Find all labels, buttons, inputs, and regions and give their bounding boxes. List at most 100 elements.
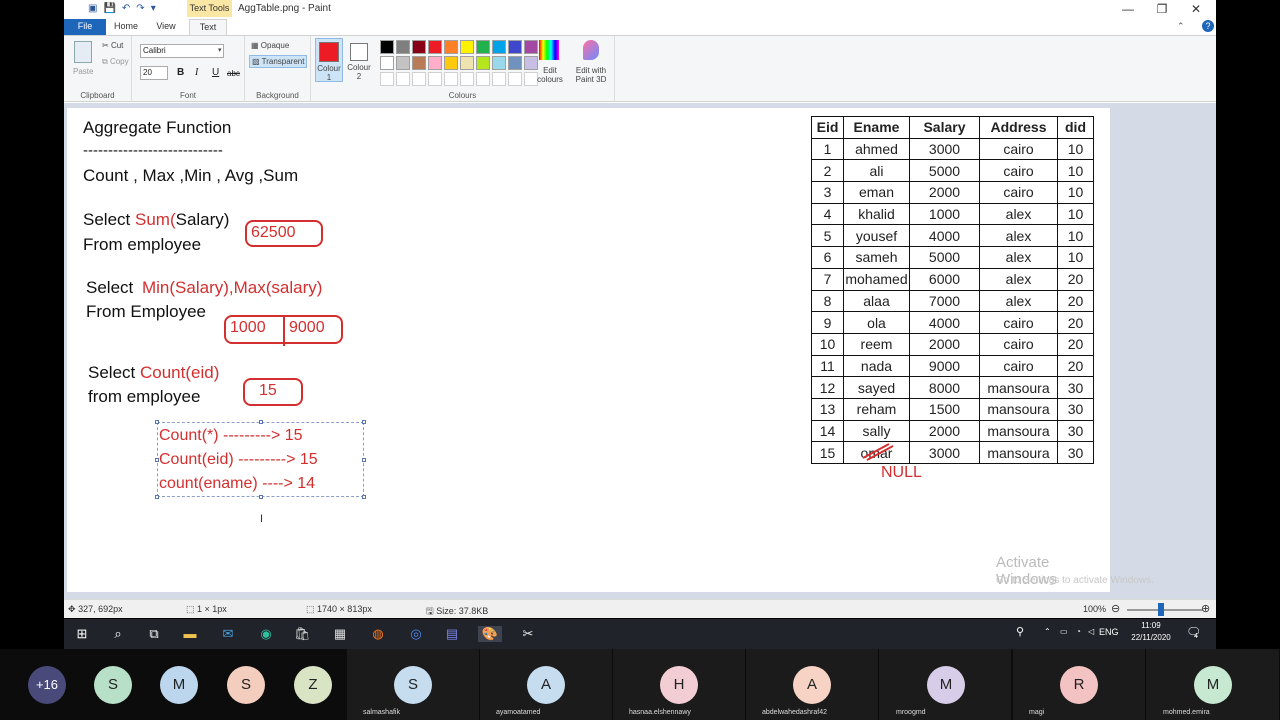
custom-colour-slot[interactable] <box>508 72 522 86</box>
paste-icon[interactable] <box>74 41 92 63</box>
palette-swatch[interactable] <box>460 56 474 70</box>
participant-avatar[interactable]: Z <box>294 666 332 704</box>
custom-colour-slot[interactable] <box>460 72 474 86</box>
tray-chevron-icon[interactable]: ⌃ <box>1044 627 1051 636</box>
palette-swatch[interactable] <box>396 40 410 54</box>
palette-swatch[interactable] <box>492 40 506 54</box>
firefox-icon[interactable]: ◍ <box>370 626 386 642</box>
media-icon[interactable]: ▦ <box>332 626 348 642</box>
paint3d-icon[interactable] <box>583 40 599 60</box>
strikethrough-button[interactable]: abc <box>227 69 240 78</box>
resize-handle[interactable] <box>362 420 366 424</box>
text-selection-box[interactable]: Count(*) ---------> 15 Count(eid) ------… <box>155 420 366 499</box>
edit-colours-button[interactable]: Edit colours <box>535 66 565 84</box>
canvas-area[interactable]: Aggregate Function ---------------------… <box>64 103 1216 599</box>
minimize-button[interactable]: — <box>1111 1 1145 18</box>
participant-avatar[interactable]: S <box>227 666 265 704</box>
palette-swatch[interactable] <box>492 56 506 70</box>
undo-icon[interactable]: ↶ <box>122 3 130 14</box>
edge-icon[interactable]: ◉ <box>258 626 274 642</box>
paint-taskbar-icon[interactable]: 🎨 <box>478 626 502 642</box>
wifi-icon[interactable]: ◔ <box>1076 627 1081 636</box>
zoom-in-button[interactable]: ⊕ <box>1201 602 1210 615</box>
participant-avatar[interactable]: M <box>160 666 198 704</box>
help-icon[interactable]: ? <box>1202 20 1214 32</box>
palette-swatch[interactable] <box>444 40 458 54</box>
underline-button[interactable]: U <box>212 67 219 78</box>
search-icon[interactable]: ⌕ <box>110 626 126 642</box>
more-participants-button[interactable]: +16 <box>28 666 66 704</box>
tab-file[interactable]: File <box>64 19 106 35</box>
tab-view[interactable]: View <box>150 19 182 35</box>
palette-swatch[interactable] <box>508 56 522 70</box>
palette-swatch[interactable] <box>428 40 442 54</box>
transparent-button[interactable]: ▧ Transparent <box>249 55 308 68</box>
palette-swatch[interactable] <box>396 56 410 70</box>
redo-icon[interactable]: ↷ <box>136 3 144 14</box>
participant-avatar[interactable]: A <box>793 666 831 704</box>
copy-button[interactable]: ⧉ Copy <box>102 57 129 67</box>
mail-icon[interactable]: ✉ <box>220 626 236 642</box>
resize-handle[interactable] <box>155 495 159 499</box>
font-family-select[interactable]: Calibri <box>140 44 224 58</box>
zoom-out-button[interactable]: ⊖ <box>1111 602 1120 615</box>
cut-button[interactable]: ✂ Cut <box>102 41 123 50</box>
edit-colours-icon[interactable] <box>539 40 559 60</box>
colour2-button[interactable]: Colour 2 <box>345 38 373 82</box>
resize-handle[interactable] <box>259 420 263 424</box>
palette-swatch[interactable] <box>412 56 426 70</box>
snipping-tool-icon[interactable]: ✂ <box>520 626 536 642</box>
custom-colour-slot[interactable] <box>412 72 426 86</box>
file-explorer-icon[interactable]: ▬ <box>182 626 198 642</box>
task-view-icon[interactable]: ⧉ <box>146 626 162 642</box>
zoom-slider-track[interactable] <box>1127 609 1203 611</box>
maximize-button[interactable]: ❐ <box>1145 1 1179 18</box>
volume-icon[interactable]: ◁ <box>1088 627 1094 636</box>
tab-text[interactable]: Text <box>189 19 227 35</box>
custom-colour-slot[interactable] <box>492 72 506 86</box>
bold-button[interactable]: B <box>177 67 184 78</box>
resize-handle[interactable] <box>259 495 263 499</box>
participant-avatar[interactable]: M <box>1194 666 1232 704</box>
participant-avatar[interactable]: M <box>927 666 965 704</box>
font-size-select[interactable]: 20 <box>140 66 168 80</box>
start-icon[interactable]: ⊞ <box>74 626 90 642</box>
resize-handle[interactable] <box>362 495 366 499</box>
participant-avatar[interactable]: R <box>1060 666 1098 704</box>
zoom-slider-thumb[interactable] <box>1158 603 1164 616</box>
participant-avatar[interactable]: A <box>527 666 565 704</box>
palette-swatch[interactable] <box>412 40 426 54</box>
resize-handle[interactable] <box>362 458 366 462</box>
participant-avatar[interactable]: S <box>394 666 432 704</box>
palette-swatch[interactable] <box>476 56 490 70</box>
palette-swatch[interactable] <box>380 56 394 70</box>
edit-with-paint3d-button[interactable]: Edit with Paint 3D <box>573 66 609 84</box>
participant-avatar[interactable]: S <box>94 666 132 704</box>
resize-handle[interactable] <box>155 420 159 424</box>
custom-colour-slot[interactable] <box>444 72 458 86</box>
opaque-button[interactable]: ▦ Opaque <box>251 41 289 50</box>
palette-swatch[interactable] <box>380 40 394 54</box>
palette-swatch[interactable] <box>460 40 474 54</box>
collapse-ribbon-icon[interactable]: ⌃ <box>1177 21 1185 32</box>
colour1-button[interactable]: Colour 1 <box>315 38 343 82</box>
clock-time[interactable]: 11:09 <box>1136 621 1166 630</box>
store-icon[interactable]: 🛍 <box>294 626 311 642</box>
teams-icon[interactable]: ▤ <box>444 626 460 642</box>
people-icon[interactable]: ⚲ <box>1016 625 1024 638</box>
palette-swatch[interactable] <box>476 40 490 54</box>
palette-swatch[interactable] <box>428 56 442 70</box>
tab-home[interactable]: Home <box>110 19 142 35</box>
paste-label[interactable]: Paste <box>73 67 93 76</box>
palette-swatch[interactable] <box>524 40 538 54</box>
chevron-down-icon[interactable]: ▾ <box>218 46 222 54</box>
palette-swatch[interactable] <box>444 56 458 70</box>
clock-date[interactable]: 22/11/2020 <box>1124 633 1178 642</box>
qat-customize-icon[interactable]: ▾ <box>151 3 156 14</box>
language-indicator[interactable]: ENG <box>1099 627 1119 637</box>
custom-colour-slot[interactable] <box>396 72 410 86</box>
participant-avatar[interactable]: H <box>660 666 698 704</box>
custom-colour-slot[interactable] <box>380 72 394 86</box>
custom-colour-slot[interactable] <box>428 72 442 86</box>
drawing-canvas[interactable]: Aggregate Function ---------------------… <box>67 108 1154 592</box>
